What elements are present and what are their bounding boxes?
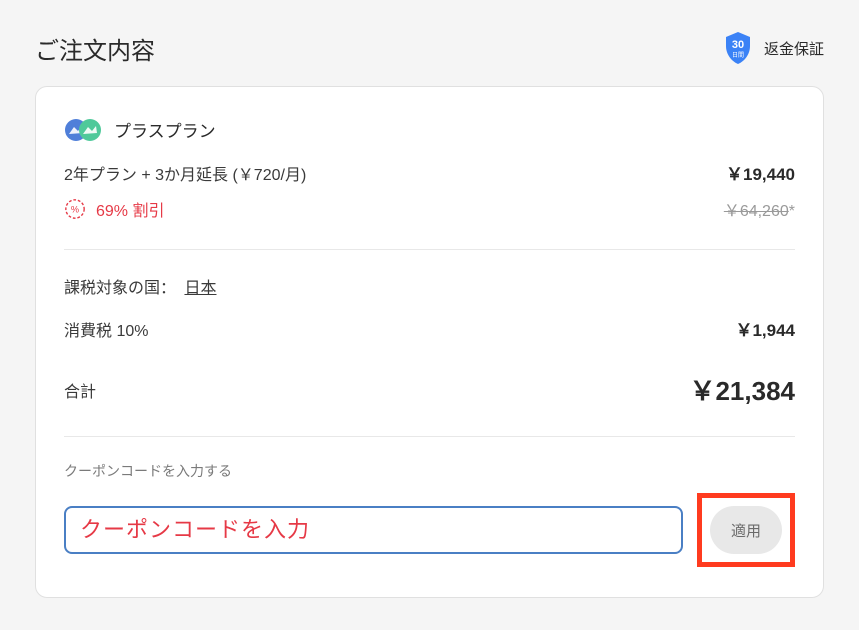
divider <box>64 249 795 250</box>
total-label: 合計 <box>64 378 96 402</box>
order-summary-card: プラスプラン 2年プラン + 3か月延長 (￥720/月) ￥19,440 % … <box>35 86 824 598</box>
svg-text:30: 30 <box>732 39 744 51</box>
tax-amount: ￥1,944 <box>735 316 795 341</box>
svg-text:%: % <box>71 205 79 215</box>
original-price: ￥64,260* <box>724 197 795 221</box>
plan-icon <box>64 118 104 142</box>
guarantee-label: 返金保証 <box>764 38 824 59</box>
current-price: ￥19,440 <box>726 160 795 185</box>
page-title: ご注文内容 <box>35 31 155 66</box>
coupon-label: クーポンコードを入力する <box>64 461 795 481</box>
refund-guarantee-badge: 30 日間 返金保証 <box>720 30 824 66</box>
divider <box>64 436 795 437</box>
tax-country-label: 課税対象の国： <box>64 280 176 297</box>
svg-text:日間: 日間 <box>732 52 744 59</box>
tax-country-value[interactable]: 日本 <box>184 280 216 297</box>
discount-label: 69% 割引 <box>96 197 164 221</box>
plan-name: プラスプラン <box>114 117 216 142</box>
total-amount: ￥21,384 <box>689 371 795 408</box>
coupon-code-input[interactable] <box>64 506 683 554</box>
tax-rate-label: 消費税 10% <box>64 317 148 341</box>
discount-icon: % <box>64 198 86 220</box>
plan-description: 2年プラン + 3か月延長 (￥720/月) <box>64 161 306 185</box>
apply-button-highlight: 適用 <box>697 493 795 567</box>
apply-button[interactable]: 適用 <box>710 506 782 554</box>
shield-icon: 30 日間 <box>720 30 756 66</box>
